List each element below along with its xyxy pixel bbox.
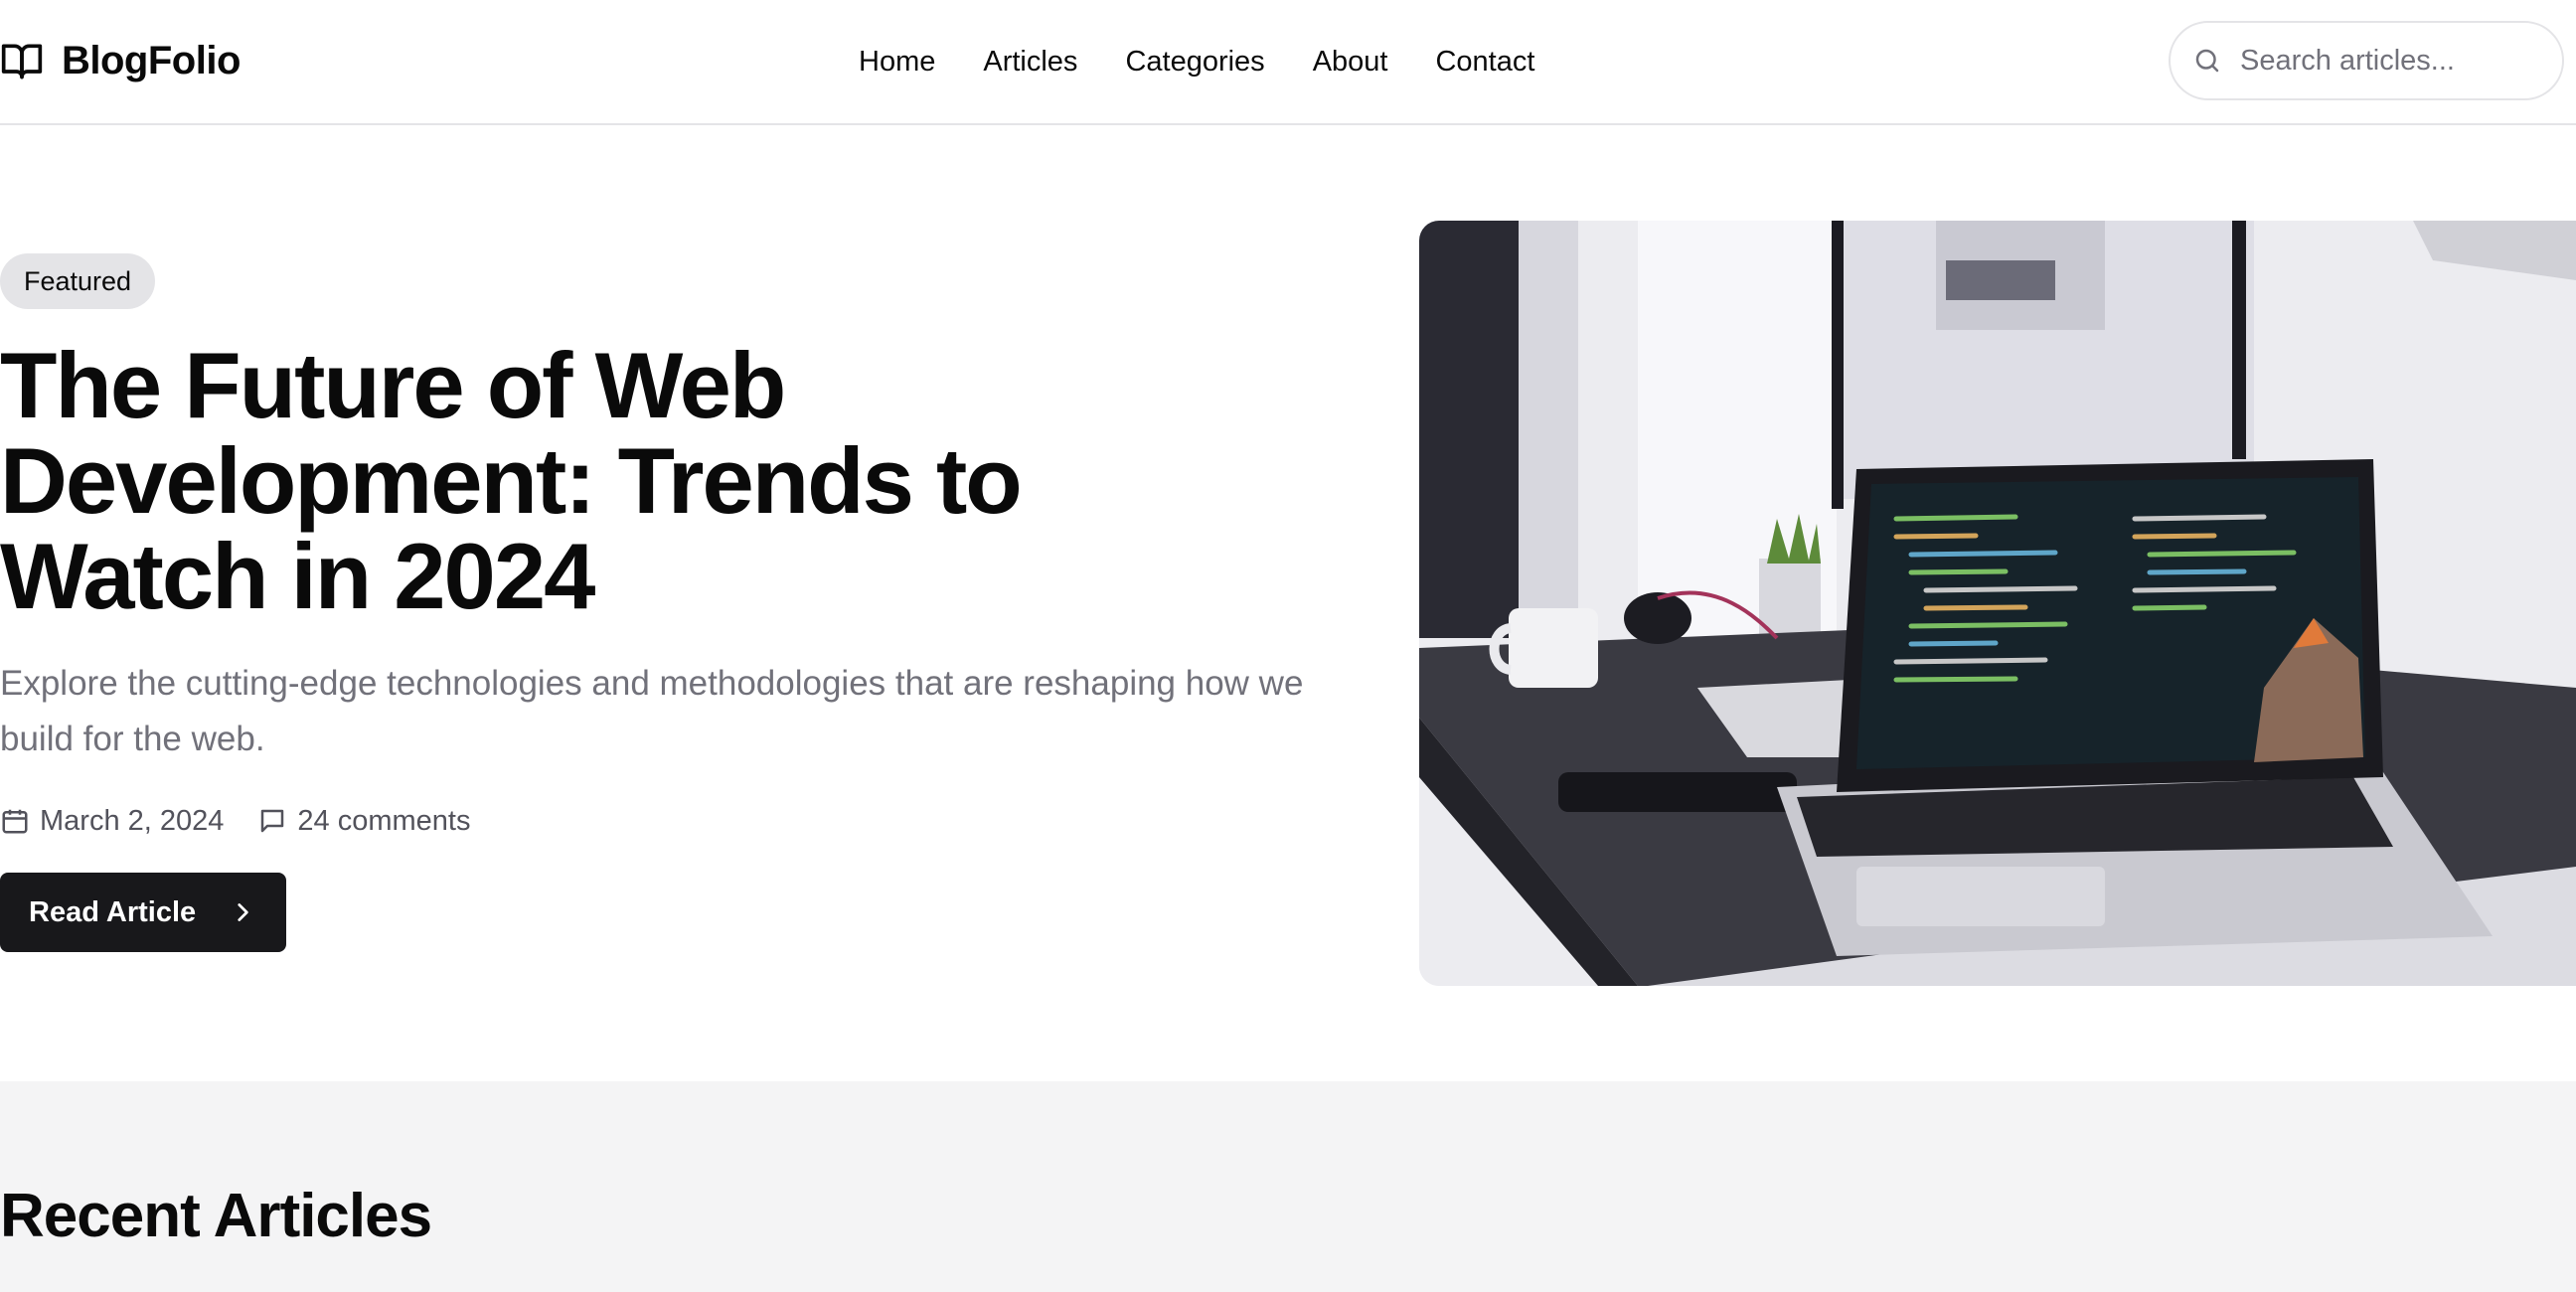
read-article-label: Read Article: [29, 895, 197, 928]
search-box[interactable]: [2169, 21, 2564, 100]
hero-description: Explore the cutting-edge technologies an…: [0, 664, 1304, 758]
nav-articles[interactable]: Articles: [983, 46, 1077, 79]
publish-date: March 2, 2024: [0, 805, 224, 838]
featured-badge: Featured: [0, 253, 156, 309]
laptop-desk-photo: [1419, 221, 2576, 986]
nav-home[interactable]: Home: [859, 46, 935, 79]
brand-logo[interactable]: BlogFolio: [0, 38, 241, 83]
read-article-button[interactable]: Read Article: [0, 873, 286, 952]
comment-icon: [257, 806, 287, 836]
main-nav: Home Articles Categories About Contact: [859, 40, 1534, 83]
hero-image[interactable]: [1419, 221, 2576, 986]
open-book-icon: [0, 39, 44, 82]
search-icon: [2192, 46, 2222, 76]
calendar-icon: [0, 806, 30, 836]
brand-name: BlogFolio: [62, 38, 241, 82]
recent-articles-section: Recent Articles: [0, 1081, 2576, 1292]
search-input[interactable]: [2240, 44, 2538, 78]
chevron-right-icon: [230, 899, 255, 925]
nav-about[interactable]: About: [1313, 46, 1388, 79]
comment-count[interactable]: 24 comments: [257, 805, 470, 838]
nav-categories[interactable]: Categories: [1125, 46, 1264, 79]
nav-contact[interactable]: Contact: [1435, 46, 1534, 79]
comments-text: 24 comments: [297, 804, 471, 837]
date-text: March 2, 2024: [40, 804, 225, 837]
recent-articles-title: Recent Articles: [0, 1182, 432, 1250]
hero-title[interactable]: The Future of Web Development: Trends to…: [0, 338, 1232, 624]
article-meta: March 2, 2024 24 comments: [0, 801, 470, 841]
site-header: BlogFolio Home Articles Categories About…: [0, 0, 2576, 125]
